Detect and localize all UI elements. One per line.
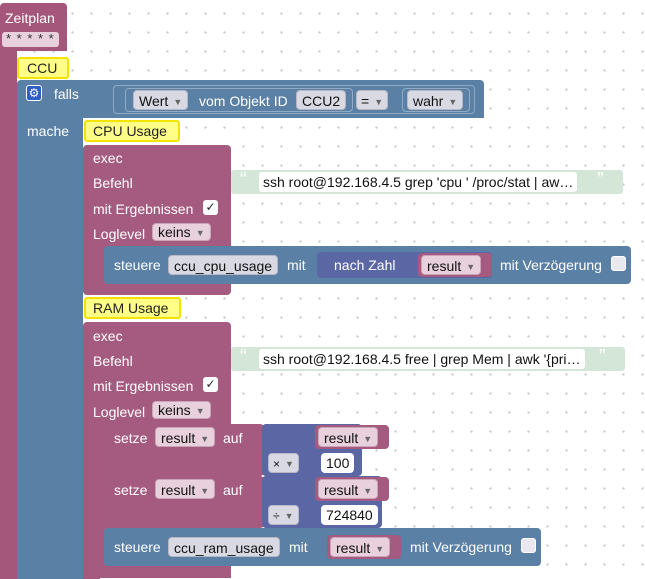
set1-label: setze [114, 430, 148, 446]
gear-icon[interactable]: ⚙ [26, 85, 42, 101]
set2-to-label: auf [223, 482, 243, 498]
value-dropdown[interactable]: Wert ▼ [133, 90, 189, 110]
ram-result-text: result [336, 540, 371, 556]
ram-exec-label: exec [93, 328, 123, 344]
multiply-operator-dropdown[interactable]: × ▼ [268, 453, 299, 473]
set2-variable-dropdown[interactable]: result ▼ [155, 479, 216, 499]
ram-loglevel-dropdown[interactable]: keins ▼ [152, 401, 211, 419]
ram-delay-checkbox[interactable] [521, 538, 536, 553]
chevron-down-icon: ▼ [200, 486, 210, 496]
set1-operand-text: result [324, 430, 359, 446]
cron-field[interactable]: * * * * * [2, 32, 59, 47]
if-block-body [17, 110, 83, 579]
object-id-field[interactable]: CCU2 [296, 90, 347, 110]
cpu-delay-checkbox[interactable] [611, 256, 626, 271]
divide-operator-text: ÷ [273, 509, 280, 523]
chevron-down-icon: ▼ [363, 486, 373, 496]
of-object-label: vom Objekt ID [199, 93, 288, 109]
set1-variable-dropdown[interactable]: result ▼ [155, 427, 216, 447]
operator-dropdown[interactable]: = ▼ [356, 90, 389, 110]
set2-number-field[interactable]: 724840 [321, 505, 378, 525]
set2-operand-dropdown[interactable]: result ▼ [318, 479, 379, 499]
ram-with-results-label: mit Ergebnissen [93, 378, 194, 394]
chevron-down-icon: ▼ [363, 434, 373, 444]
chevron-down-icon: ▼ [448, 97, 458, 107]
cpu-delay-label: mit Verzögerung [500, 257, 602, 273]
set2-operand-text: result [324, 482, 359, 498]
cpu-loglevel-dropdown[interactable]: keins ▼ [152, 223, 211, 241]
set2-label: setze [114, 482, 148, 498]
ram-control-with-label: mit [289, 539, 308, 555]
set1-operand-dropdown[interactable]: result ▼ [318, 427, 379, 447]
ram-control-variable[interactable]: ccu_ram_usage [168, 537, 280, 557]
cpu-loglevel-text: keins [158, 224, 191, 240]
ram-quote-close-icon: ” [599, 346, 606, 368]
ram-with-results-checkbox[interactable]: ✓ [203, 377, 218, 392]
cpu-command-field[interactable]: ssh root@192.168.4.5 grep 'cpu ' /proc/s… [259, 172, 578, 192]
cpu-quote-close-icon: ” [597, 169, 604, 191]
ccu-comment-text: CCU [27, 60, 58, 76]
schedule-block-body [0, 50, 17, 579]
chevron-down-icon: ▼ [200, 434, 210, 444]
cpu-with-results-label: mit Ergebnissen [93, 201, 194, 217]
chevron-down-icon: ▼ [195, 406, 205, 416]
cpu-control-label: steuere [114, 257, 161, 273]
set1-variable-text: result [161, 430, 196, 446]
do-label: mache [27, 123, 70, 139]
ram-command-field[interactable]: ssh root@192.168.4.5 free | grep Mem | a… [259, 349, 585, 369]
ram-result-dropdown[interactable]: result ▼ [330, 537, 391, 557]
cpu-quote-open-icon: “ [240, 169, 247, 191]
bool-text: wahr [413, 93, 444, 109]
ram-command-label: Befehl [93, 353, 133, 369]
chevron-down-icon: ▼ [374, 97, 384, 107]
set1-to-label: auf [223, 430, 243, 446]
ram-delay-label: mit Verzögerung [410, 539, 512, 555]
to-number-label: nach Zahl [334, 257, 396, 273]
cpu-comment-text: CPU Usage [93, 123, 167, 139]
cpu-command-label: Befehl [93, 175, 133, 191]
divide-operator-dropdown[interactable]: ÷ ▼ [268, 505, 299, 525]
cpu-result-text: result [427, 258, 462, 274]
cpu-with-results-checkbox[interactable]: ✓ [203, 200, 218, 215]
chevron-down-icon: ▼ [375, 544, 385, 554]
set1-number-field[interactable]: 100 [321, 453, 355, 473]
ram-quote-open-icon: “ [240, 346, 247, 368]
if-label: falls [54, 86, 79, 102]
set2-variable-text: result [161, 482, 196, 498]
schedule-label: Zeitplan [5, 10, 55, 26]
multiply-operator-text: × [273, 457, 281, 471]
chevron-down-icon: ▼ [466, 262, 476, 272]
ram-loglevel-label: Loglevel [93, 404, 146, 420]
cpu-loglevel-label: Loglevel [93, 226, 146, 242]
cpu-control-variable[interactable]: ccu_cpu_usage [168, 255, 279, 275]
operator-text: = [361, 93, 370, 109]
bool-dropdown[interactable]: wahr ▼ [407, 90, 464, 110]
ram-loglevel-text: keins [158, 402, 191, 418]
chevron-down-icon: ▼ [173, 97, 183, 107]
cpu-exec-label: exec [93, 150, 123, 166]
ram-comment-text: RAM Usage [93, 300, 169, 316]
chevron-down-icon: ▼ [195, 228, 205, 238]
value-dropdown-text: Wert [139, 93, 169, 109]
ram-control-label: steuere [114, 539, 161, 555]
cpu-control-with-label: mit [287, 257, 306, 273]
chevron-down-icon: ▼ [285, 459, 294, 469]
cpu-result-dropdown[interactable]: result ▼ [421, 255, 482, 275]
chevron-down-icon: ▼ [284, 511, 294, 521]
